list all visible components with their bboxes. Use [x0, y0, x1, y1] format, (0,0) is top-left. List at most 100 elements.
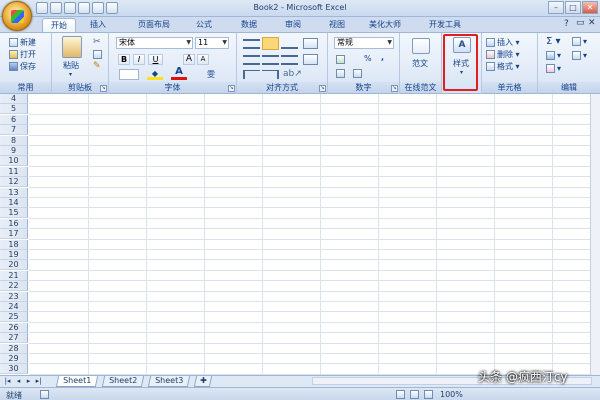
tab-home[interactable]: 开始 — [42, 18, 76, 32]
sheet-tab-3[interactable]: Sheet3 — [147, 376, 191, 387]
number-launcher-icon[interactable]: ↘ — [391, 85, 398, 92]
row-header[interactable]: 20 — [0, 260, 28, 271]
wrap-text-icon[interactable] — [303, 38, 318, 49]
row-header[interactable]: 12 — [0, 177, 28, 188]
office-button[interactable] — [2, 1, 32, 31]
page-layout-view-icon[interactable] — [410, 390, 419, 399]
underline-button[interactable]: U — [148, 54, 163, 65]
normal-view-icon[interactable] — [396, 390, 405, 399]
row-header[interactable]: 26 — [0, 322, 28, 333]
row-header[interactable]: 13 — [0, 187, 28, 198]
insert-sheet-button[interactable]: ✚ — [193, 376, 213, 387]
next-sheet-icon[interactable]: ▸ — [24, 377, 33, 386]
tab-formulas[interactable]: 公式 — [189, 18, 219, 32]
format-cells-button[interactable]: 格式 ▾ — [486, 61, 520, 72]
shrink-font-button[interactable]: A — [197, 54, 209, 65]
sheet-tab-1[interactable]: Sheet1 — [55, 376, 99, 387]
align-center-icon[interactable] — [262, 55, 279, 65]
increase-indent-icon[interactable] — [262, 70, 279, 79]
tab-review[interactable]: 审阅 — [278, 18, 308, 32]
tab-beautify-master[interactable]: 美化大师 — [360, 18, 410, 32]
paste-clipboard-icon[interactable] — [62, 36, 82, 58]
row-header[interactable]: 21 — [0, 270, 28, 281]
orientation-icon[interactable]: ab↗ — [283, 69, 302, 79]
cut-icon[interactable]: ✂ — [93, 37, 101, 47]
font-name-select[interactable]: 宋体 ▼ — [116, 37, 193, 49]
vertical-scrollbar[interactable] — [590, 94, 600, 375]
row-header[interactable]: 28 — [0, 343, 28, 354]
italic-button[interactable]: I — [133, 54, 145, 65]
row-header[interactable]: 16 — [0, 218, 28, 229]
row-header[interactable]: 23 — [0, 291, 28, 302]
decrease-decimal-icon[interactable] — [353, 69, 362, 78]
row-header[interactable]: 15 — [0, 208, 28, 219]
alignment-launcher-icon[interactable]: ↘ — [319, 85, 326, 92]
row-header[interactable]: 14 — [0, 198, 28, 208]
sample-doc-icon[interactable] — [412, 38, 430, 54]
increase-decimal-icon[interactable] — [336, 69, 345, 78]
row-header[interactable]: 8 — [0, 135, 28, 146]
tab-view[interactable]: 视图 — [322, 18, 352, 32]
row-header[interactable]: 6 — [0, 114, 28, 125]
tab-insert[interactable]: 插入 — [83, 18, 113, 32]
format-painter-icon[interactable]: ✎ — [93, 61, 101, 71]
insert-cells-button[interactable]: 插入 ▾ — [486, 37, 520, 48]
worksheet-grid[interactable]: 4 5 6 7 8 9 10 11 12 13 14 15 16 17 18 19 20 21 22 23 24 25 26… — [0, 94, 600, 375]
open-button[interactable]: 打开 — [9, 49, 36, 60]
currency-icon[interactable] — [336, 55, 345, 64]
sheet-tab-2[interactable]: Sheet2 — [101, 376, 145, 387]
fill-button[interactable]: ▾ — [546, 51, 561, 60]
decrease-indent-icon[interactable] — [243, 70, 260, 79]
row-header[interactable]: 29 — [0, 354, 28, 364]
wen-button[interactable]: 雯 — [207, 69, 215, 80]
workbook-close-icon[interactable]: ✕ — [588, 18, 596, 28]
find-select-button[interactable]: ▾ — [572, 51, 587, 60]
font-launcher-icon[interactable]: ↘ — [228, 85, 235, 92]
row-header[interactable]: 4 — [0, 94, 28, 104]
copy-icon[interactable] — [93, 50, 102, 59]
font-size-select[interactable]: 11 ▼ — [195, 37, 229, 49]
comma-button[interactable]: , — [381, 53, 384, 62]
row-header[interactable]: 7 — [0, 125, 28, 136]
maximize-button[interactable]: □ — [565, 1, 581, 14]
close-button[interactable]: ✕ — [582, 1, 598, 14]
last-sheet-icon[interactable]: ▸| — [34, 377, 43, 386]
align-middle-icon[interactable] — [262, 37, 279, 50]
delete-cells-button[interactable]: 删除 ▾ — [486, 49, 520, 60]
minimize-button[interactable]: – — [548, 1, 564, 14]
row-header[interactable]: 9 — [0, 146, 28, 156]
paste-label[interactable]: 粘贴 — [63, 60, 79, 71]
merge-center-icon[interactable] — [303, 54, 318, 65]
tab-page-layout[interactable]: 页面布局 — [129, 18, 179, 32]
autosum-button[interactable]: Σ ▾ — [546, 36, 561, 47]
align-left-icon[interactable] — [243, 55, 260, 65]
align-top-icon[interactable] — [243, 39, 260, 49]
border-icon[interactable] — [119, 69, 139, 80]
zoom-level[interactable]: 100% — [440, 390, 463, 399]
row-header[interactable]: 17 — [0, 229, 28, 240]
prev-sheet-icon[interactable]: ◂ — [14, 377, 23, 386]
align-right-icon[interactable] — [281, 55, 298, 65]
first-sheet-icon[interactable]: |◂ — [3, 377, 12, 386]
row-header[interactable]: 10 — [0, 156, 28, 167]
row-header[interactable]: 24 — [0, 302, 28, 312]
workbook-restore-icon[interactable]: ▭ — [576, 18, 585, 28]
row-header[interactable]: 27 — [0, 333, 28, 344]
page-break-view-icon[interactable] — [424, 390, 433, 399]
sample-button-label[interactable]: 范文 — [412, 58, 428, 69]
fill-color-icon[interactable]: ◆ — [147, 69, 163, 80]
row-header[interactable]: 19 — [0, 250, 28, 260]
bold-button[interactable]: B — [118, 54, 130, 65]
font-color-icon[interactable]: A — [171, 67, 187, 80]
clear-button[interactable]: ▾ — [546, 64, 561, 73]
clipboard-launcher-icon[interactable]: ↘ — [100, 85, 107, 92]
new-button[interactable]: 新建 — [9, 37, 36, 48]
save-button[interactable]: 保存 — [9, 61, 36, 72]
align-bottom-icon[interactable] — [281, 39, 298, 49]
row-header[interactable]: 30 — [0, 364, 28, 375]
macro-record-icon[interactable] — [40, 390, 49, 399]
help-icon[interactable]: ? — [564, 19, 569, 29]
tab-developer[interactable]: 开发工具 — [420, 18, 470, 32]
row-header[interactable]: 22 — [0, 281, 28, 292]
row-header[interactable]: 5 — [0, 104, 28, 115]
